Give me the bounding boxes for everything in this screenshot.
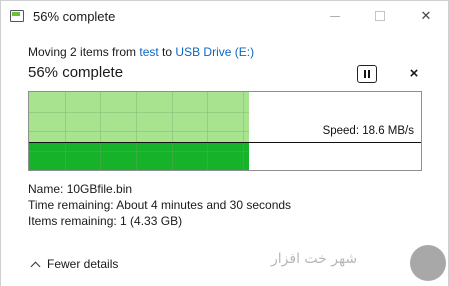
time-row: Time remaining: About 4 minutes and 30 s… [28, 197, 291, 213]
pause-button[interactable] [357, 65, 377, 83]
chevron-up-icon [30, 261, 41, 271]
moving-prefix: Moving 2 items from [28, 45, 140, 59]
speed-line [29, 142, 421, 143]
grid-line-horizontal [29, 111, 249, 113]
title-bar: 56% complete ✕ [1, 1, 448, 32]
items-label: Items remaining: [28, 214, 117, 228]
transfer-details: Name: 10GBfile.bin Time remaining: About… [28, 181, 291, 229]
destination-drive-link[interactable]: USB Drive (E:) [175, 45, 254, 59]
window-title: 56% complete [33, 9, 116, 24]
to-word: to [158, 45, 176, 59]
speed-label: Speed: 18.6 MB/s [321, 125, 415, 137]
copy-progress-dialog: 56% complete ✕ Moving 2 items from test … [0, 0, 449, 286]
maximize-icon [375, 11, 385, 21]
close-icon: ✕ [420, 8, 432, 23]
time-label: Time remaining: [28, 198, 114, 212]
maximize-button[interactable] [365, 5, 395, 27]
grid-line-horizontal [29, 150, 249, 152]
file-copy-icon [10, 10, 24, 22]
minimize-icon [330, 15, 340, 17]
fewer-details-button[interactable]: Fewer details [30, 257, 119, 271]
title-close-button[interactable]: ✕ [411, 5, 441, 27]
name-value: 10GBfile.bin [66, 182, 133, 196]
minimize-button[interactable] [320, 5, 350, 27]
cancel-copy-button[interactable]: × [405, 65, 423, 83]
watermark-logo-icon [410, 245, 446, 281]
dialog-footer: Fewer details [1, 242, 448, 286]
name-row: Name: 10GBfile.bin [28, 181, 291, 197]
throughput-fill [29, 143, 249, 170]
source-folder-link[interactable]: test [139, 45, 158, 59]
moving-description: Moving 2 items from test to USB Drive (E… [28, 45, 254, 59]
items-row: Items remaining: 1 (4.33 GB) [28, 213, 291, 229]
percent-heading: 56% complete [28, 64, 124, 81]
items-value: 1 (4.33 GB) [120, 214, 183, 228]
name-label: Name: [28, 182, 64, 196]
pause-icon [364, 70, 370, 78]
watermark-text: شهر خت افزار [271, 251, 358, 267]
fewer-details-label: Fewer details [47, 257, 119, 271]
progress-panel: Moving 2 items from test to USB Drive (E… [1, 32, 448, 242]
time-value: About 4 minutes and 30 seconds [116, 198, 292, 212]
grid-line-horizontal [29, 131, 249, 132]
transfer-speed-graph: Speed: 18.6 MB/s [28, 91, 422, 171]
